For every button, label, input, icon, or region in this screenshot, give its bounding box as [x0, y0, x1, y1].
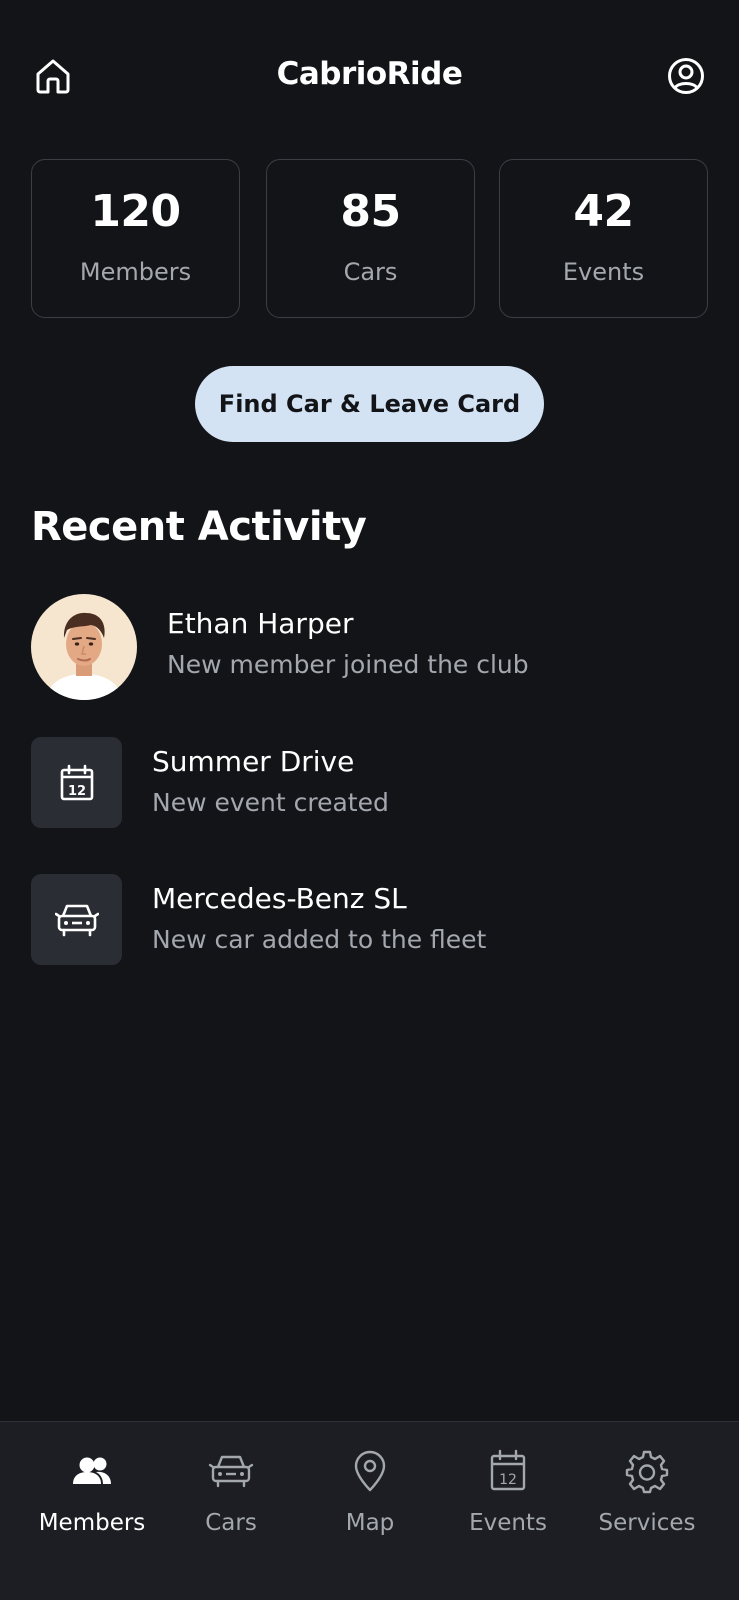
stat-card-members[interactable]: 120 Members — [31, 159, 240, 318]
calendar-icon: 12 — [490, 1449, 526, 1491]
nav-item-cars[interactable]: Cars — [161, 1448, 301, 1558]
top-bar: CabrioRide — [0, 0, 739, 150]
activity-icon-tile — [31, 874, 122, 965]
activity-description: New car added to the fleet — [152, 925, 487, 954]
members-icon — [73, 1457, 111, 1484]
calendar-day-number: 12 — [499, 1472, 517, 1488]
calendar-icon: 12 — [60, 764, 93, 800]
activity-title: Summer Drive — [152, 745, 355, 778]
nav-item-services[interactable]: Services — [577, 1448, 717, 1558]
activity-description: New event created — [152, 788, 389, 817]
profile-button[interactable] — [667, 57, 705, 95]
nav-label: Services — [598, 1510, 696, 1536]
nav-label: Map — [345, 1510, 395, 1536]
activity-description: New member joined the club — [167, 650, 529, 679]
car-icon — [208, 1455, 254, 1488]
stat-label: Cars — [343, 258, 398, 286]
map-pin-icon — [354, 1450, 386, 1492]
gear-icon — [625, 1450, 669, 1494]
calendar-day-number: 12 — [67, 784, 85, 799]
nav-item-members[interactable]: Members — [22, 1448, 162, 1558]
nav-item-map[interactable]: Map — [300, 1448, 440, 1558]
stats-row: 120 Members 85 Cars 42 Events — [31, 159, 709, 321]
nav-item-events[interactable]: 12 Events — [438, 1448, 578, 1558]
activity-title: Mercedes-Benz SL — [152, 882, 407, 915]
activity-icon-tile: 12 — [31, 737, 122, 828]
activity-item-event[interactable]: 12 Summer Drive New event created — [31, 737, 711, 828]
activity-title: Ethan Harper — [167, 607, 354, 640]
nav-label: Events — [469, 1510, 547, 1536]
stat-card-events[interactable]: 42 Events — [499, 159, 708, 318]
avatar — [31, 594, 137, 700]
activity-item-member[interactable]: Ethan Harper New member joined the club — [31, 594, 711, 700]
find-car-leave-card-button[interactable]: Find Car & Leave Card — [195, 366, 544, 442]
stat-value: 85 — [340, 186, 401, 237]
user-circle-icon — [668, 58, 704, 94]
stat-value: 42 — [573, 186, 634, 237]
bottom-navigation: Members Cars Map 12 Events Services — [0, 1421, 739, 1600]
activity-item-car[interactable]: Mercedes-Benz SL New car added to the fl… — [31, 874, 711, 965]
car-icon — [54, 904, 99, 936]
stat-value: 120 — [90, 186, 181, 237]
stat-label: Events — [562, 258, 645, 286]
nav-label: Members — [38, 1510, 146, 1536]
recent-activity-heading: Recent Activity — [31, 504, 367, 550]
stat-label: Members — [79, 258, 192, 286]
app-title: CabrioRide — [276, 56, 463, 92]
nav-label: Cars — [205, 1510, 257, 1536]
stat-card-cars[interactable]: 85 Cars — [266, 159, 475, 318]
